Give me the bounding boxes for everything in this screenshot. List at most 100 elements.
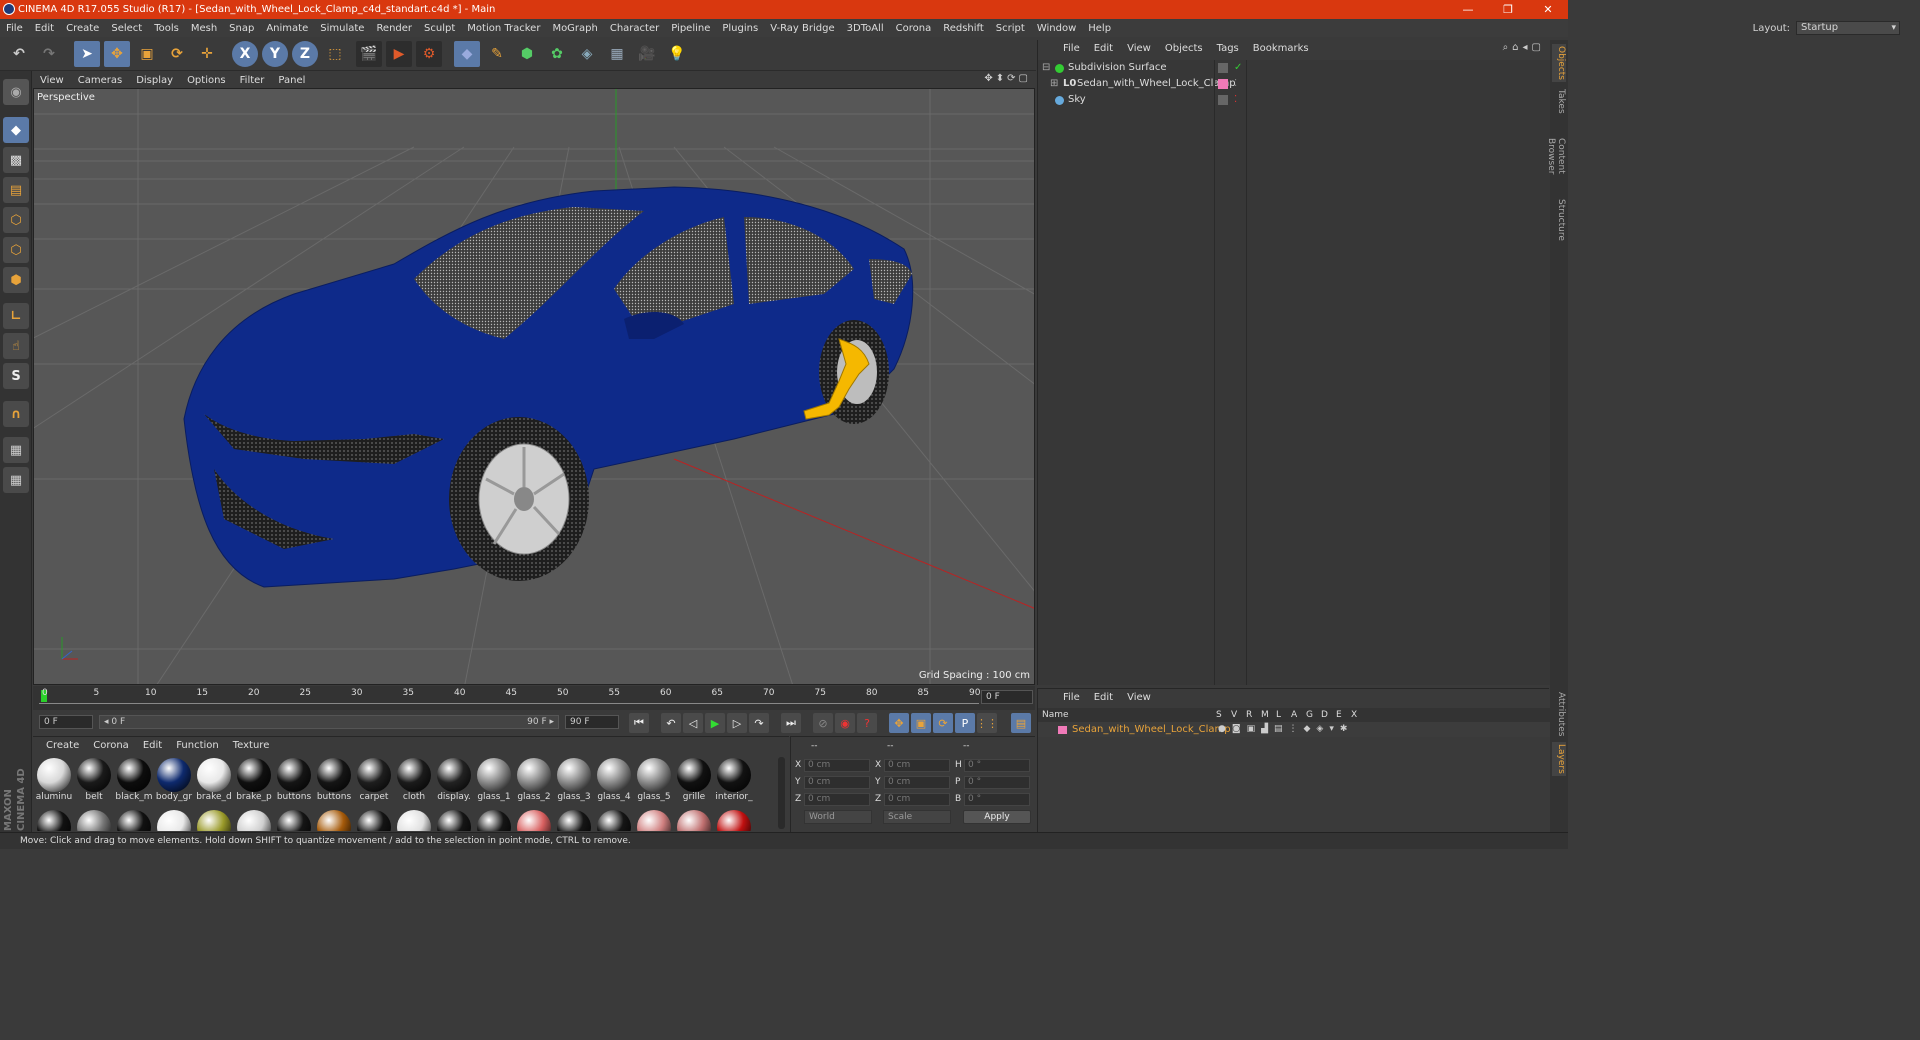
size-x-field[interactable]: 0 cm <box>884 759 950 772</box>
menu-item-help[interactable]: Help <box>1082 23 1117 34</box>
layer-menu-edit[interactable]: Edit <box>1087 692 1120 703</box>
current-frame-field[interactable]: 0 F <box>981 690 1033 704</box>
menu-item-plugins[interactable]: Plugins <box>716 23 764 34</box>
menu-item-mograph[interactable]: MoGraph <box>546 23 603 34</box>
record-keys-icon[interactable]: ⊘ <box>813 713 833 733</box>
material-swatch[interactable] <box>355 809 393 831</box>
enabled-check-icon[interactable]: ✓ <box>1234 60 1242 76</box>
pos-x-field[interactable]: 0 cm <box>804 759 870 772</box>
timeline-window-icon[interactable]: ▤ <box>1011 713 1031 733</box>
menu-item-snap[interactable]: Snap <box>223 23 260 34</box>
perspective-viewport[interactable]: Perspective Grid Spacing : 100 cm <box>33 88 1035 685</box>
key-position-icon[interactable]: ✥ <box>889 713 909 733</box>
menu-item-window[interactable]: Window <box>1031 23 1082 34</box>
tab-structure[interactable]: Structure <box>1552 198 1566 242</box>
locked-workplane-icon[interactable]: ▦ <box>3 437 29 463</box>
material-menu-corona[interactable]: Corona <box>86 740 136 751</box>
column-divider[interactable] <box>1214 60 1215 685</box>
redo-icon[interactable]: ↷ <box>36 41 62 67</box>
layer-color-swatch[interactable] <box>1058 726 1067 734</box>
tab-layers[interactable]: Layers <box>1552 742 1566 776</box>
material-swatch[interactable]: brake_d <box>195 757 233 804</box>
viewport-menu-display[interactable]: Display <box>129 75 180 86</box>
material-swatch[interactable]: cloth <box>395 757 433 804</box>
object-menu-view[interactable]: View <box>1120 43 1158 54</box>
material-swatch[interactable]: aluminu <box>35 757 73 804</box>
viewport-menu-cameras[interactable]: Cameras <box>71 75 129 86</box>
material-swatch[interactable] <box>675 809 713 831</box>
pos-z-field[interactable]: 0 cm <box>804 793 870 806</box>
visibility-dots-icon[interactable]: ⁚ <box>1234 76 1237 92</box>
viewport-menu-options[interactable]: Options <box>180 75 233 86</box>
object-name[interactable]: Subdivision Surface <box>1068 60 1167 76</box>
keyframe-selection-icon[interactable]: ? <box>857 713 877 733</box>
rotate-icon[interactable]: ⟳ <box>164 41 190 67</box>
column-divider[interactable] <box>1246 60 1247 685</box>
menu-item-corona[interactable]: Corona <box>890 23 938 34</box>
material-swatch[interactable]: display. <box>435 757 473 804</box>
menu-item-tools[interactable]: Tools <box>148 23 185 34</box>
material-menu-edit[interactable]: Edit <box>136 740 169 751</box>
material-swatch[interactable]: brake_p <box>235 757 273 804</box>
rot-b-field[interactable]: 0 ° <box>964 793 1030 806</box>
material-swatch[interactable]: carpet <box>355 757 393 804</box>
layer-menu-file[interactable]: File <box>1056 692 1087 703</box>
object-menu-tags[interactable]: Tags <box>1210 43 1246 54</box>
object-name[interactable]: Sedan_with_Wheel_Lock_Clamp <box>1077 76 1236 92</box>
menu-item-animate[interactable]: Animate <box>260 23 314 34</box>
pos-y-field[interactable]: 0 cm <box>804 776 870 789</box>
floor-icon[interactable]: ▦ <box>604 41 630 67</box>
tab-attributes[interactable]: Attributes <box>1552 690 1566 738</box>
move-icon[interactable]: ✥ <box>104 41 130 67</box>
x-axis-icon[interactable]: X <box>232 41 258 67</box>
menu-item-v-ray-bridge[interactable]: V-Ray Bridge <box>764 23 840 34</box>
material-menu-create[interactable]: Create <box>39 740 86 751</box>
material-menu-texture[interactable]: Texture <box>226 740 277 751</box>
material-swatch[interactable] <box>595 809 633 831</box>
material-swatch[interactable] <box>235 809 273 831</box>
material-swatch[interactable] <box>515 809 553 831</box>
menu-item-motion-tracker[interactable]: Motion Tracker <box>461 23 546 34</box>
auto-key-icon[interactable]: ◉ <box>835 713 855 733</box>
material-swatch[interactable] <box>75 809 113 831</box>
menu-item-redshift[interactable]: Redshift <box>937 23 990 34</box>
material-swatch[interactable] <box>435 809 473 831</box>
material-swatch[interactable]: glass_2 <box>515 757 553 804</box>
material-swatch[interactable] <box>115 809 153 831</box>
solo-icon[interactable]: S <box>3 363 29 389</box>
material-swatch[interactable] <box>155 809 193 831</box>
visibility-dots-icon[interactable]: ⁚ <box>1234 92 1237 108</box>
menu-item-3dtoall[interactable]: 3DToAll <box>841 23 890 34</box>
expand-icon[interactable]: ⊞ <box>1050 76 1058 92</box>
object-menu-file[interactable]: File <box>1056 43 1087 54</box>
material-swatch[interactable] <box>35 809 73 831</box>
planar-workplane-icon[interactable]: ▦ <box>3 467 29 493</box>
layer-menu-view[interactable]: View <box>1120 692 1158 703</box>
material-swatch[interactable] <box>275 809 313 831</box>
menu-item-select[interactable]: Select <box>105 23 148 34</box>
texture-mode-icon[interactable]: ▩ <box>3 147 29 173</box>
material-swatch[interactable]: black_m <box>115 757 153 804</box>
menu-item-edit[interactable]: Edit <box>29 23 60 34</box>
render-tag-icon[interactable] <box>1218 95 1228 105</box>
end-frame-field[interactable]: 90 F <box>565 715 619 729</box>
undo-icon[interactable]: ↶ <box>6 41 32 67</box>
material-scrollbar[interactable] <box>778 757 785 829</box>
deformer-icon[interactable]: ◈ <box>574 41 600 67</box>
next-key-icon[interactable]: ↷ <box>749 713 769 733</box>
key-scale-icon[interactable]: ▣ <box>911 713 931 733</box>
close-button[interactable]: ✕ <box>1528 0 1568 19</box>
layer-row[interactable]: Sedan_with_Wheel_Lock_Clamp ●◙▣▟▤⋮◆◈▾✱ <box>1038 722 1550 737</box>
axis-mode-icon[interactable]: ∟ <box>3 303 29 329</box>
subdivision-icon[interactable]: ⬢ <box>514 41 540 67</box>
points-mode-icon[interactable]: ⬡ <box>3 207 29 233</box>
material-swatch[interactable]: interior_ <box>715 757 753 804</box>
rot-p-field[interactable]: 0 ° <box>964 776 1030 789</box>
object-row-sedan[interactable]: ⊞ L0 Sedan_with_Wheel_Lock_Clamp ⁚ <box>1038 76 1550 92</box>
goto-end-icon[interactable]: ⏭ <box>781 713 801 733</box>
camera-icon[interactable]: 🎥 <box>634 41 660 67</box>
render-view-icon[interactable]: 🎬 <box>356 41 382 67</box>
key-pla-icon[interactable]: ⋮⋮ <box>976 713 998 733</box>
goto-start-icon[interactable]: ⏮ <box>629 713 649 733</box>
menu-item-render[interactable]: Render <box>370 23 418 34</box>
